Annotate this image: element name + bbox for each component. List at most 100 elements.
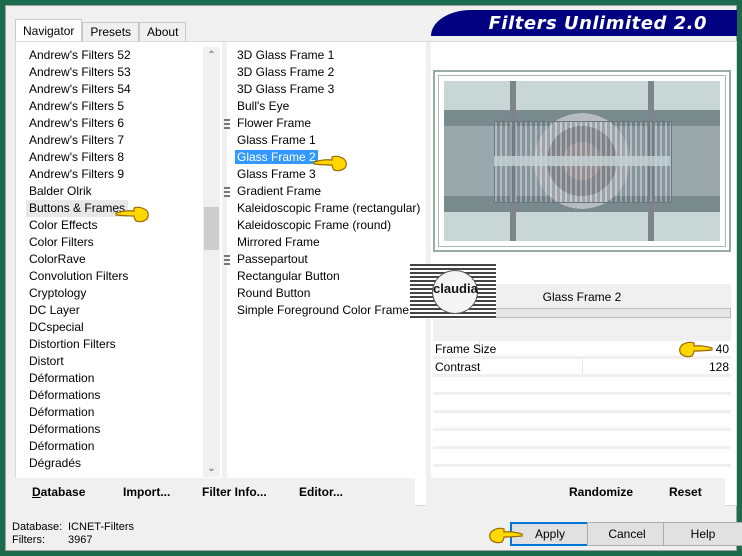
filter-item-label: Round Button xyxy=(237,286,311,300)
database-status-value: ICNET-Filters xyxy=(68,521,134,533)
filter-item[interactable]: Glass Frame 1 xyxy=(234,132,424,149)
scroll-down-icon[interactable]: ⌄ xyxy=(203,460,220,477)
filter-item[interactable]: Round Button xyxy=(234,285,424,302)
tab-navigator[interactable]: Navigator xyxy=(15,19,83,41)
filter-item[interactable]: Rectangular Button xyxy=(234,268,424,285)
watermark-text: claudia xyxy=(432,270,478,314)
filter-item-label: Glass Frame 3 xyxy=(237,167,316,181)
filter-item[interactable]: Flower Frame xyxy=(224,115,424,132)
empty-param-row xyxy=(433,377,731,395)
filter-item-label: 3D Glass Frame 2 xyxy=(237,65,335,79)
category-item[interactable]: Balder Olrik xyxy=(26,183,204,200)
splitter[interactable] xyxy=(426,42,431,482)
category-item[interactable]: Andrew's Filters 52 xyxy=(26,47,204,64)
tab-presets[interactable]: Presets xyxy=(82,22,140,41)
filter-item-label: Glass Frame 1 xyxy=(237,133,316,147)
filter-item[interactable]: Passepartout xyxy=(224,251,424,268)
filter-item-label: Mirrored Frame xyxy=(237,235,320,249)
category-item[interactable]: Déformation xyxy=(26,404,204,421)
filter-list[interactable]: 3D Glass Frame 1 3D Glass Frame 2 3D Glass… xyxy=(224,47,424,319)
help-button[interactable]: Help xyxy=(663,522,742,546)
app-title: Filters Unlimited 2.0 xyxy=(488,13,707,34)
filter-item[interactable]: Kaleidoscopic Frame (round) xyxy=(234,217,424,234)
parameter-list: Frame Size 40 Contrast 128 xyxy=(433,341,731,467)
category-item[interactable]: Andrew's Filters 9 xyxy=(26,166,204,183)
filter-item-label: Glass Frame 2 xyxy=(235,150,318,164)
tab-about[interactable]: About xyxy=(139,22,187,41)
filter-item[interactable]: Mirrored Frame xyxy=(234,234,424,251)
parameter-toolbar: Randomize Reset xyxy=(426,478,725,506)
param-slider-contrast[interactable]: Contrast 128 xyxy=(433,359,731,377)
category-item[interactable]: Andrew's Filters 6 xyxy=(26,115,204,132)
category-item[interactable]: Color Filters xyxy=(26,234,204,251)
cancel-button[interactable]: Cancel xyxy=(587,522,667,546)
navigator-toolbar: Database Import... Filter Info... Editor… xyxy=(15,478,415,506)
grip-icon xyxy=(224,255,230,265)
category-item[interactable]: DCspecial xyxy=(26,319,204,336)
category-item[interactable]: Dégradés xyxy=(26,455,204,472)
category-item[interactable]: Andrew's Filters 54 xyxy=(26,81,204,98)
category-item[interactable]: Buttons & Frames xyxy=(26,200,129,217)
filter-item[interactable]: Bull's Eye xyxy=(234,98,424,115)
preview-image xyxy=(433,70,731,252)
title-banner: Filters Unlimited 2.0 xyxy=(431,10,737,36)
category-item[interactable]: Déformations xyxy=(26,421,204,438)
database-status-label: Database: xyxy=(12,521,63,533)
filters-count-value: 3967 xyxy=(68,534,93,546)
filter-item-label: Kaleidoscopic Frame (round) xyxy=(237,218,392,232)
filter-item-label: Flower Frame xyxy=(237,116,312,130)
filter-item[interactable]: 3D Glass Frame 1 xyxy=(234,47,424,64)
category-item[interactable]: Déformation xyxy=(26,370,204,387)
status-area: Database: ICNET-Filters Filters: 3967 xyxy=(12,521,134,547)
category-item[interactable]: ColorRave xyxy=(26,251,204,268)
category-list[interactable]: Andrew's Filters 52 Andrew's Filters 53 An… xyxy=(26,47,204,475)
empty-param-row xyxy=(433,413,731,431)
database-label: atabase xyxy=(40,485,86,499)
filter-item-label: Passepartout xyxy=(237,252,308,266)
filter-item[interactable]: 3D Glass Frame 3 xyxy=(234,81,424,98)
filter-item-label: Gradient Frame xyxy=(237,184,322,198)
filters-unlimited-window: Filters Unlimited 2.0 Navigator Presets … xyxy=(5,5,742,551)
filter-item[interactable]: 3D Glass Frame 2 xyxy=(234,64,424,81)
filter-item-label: Rectangular Button xyxy=(237,269,340,283)
scroll-thumb[interactable] xyxy=(204,207,219,250)
empty-param-row xyxy=(433,431,731,449)
import-button[interactable]: Import... xyxy=(123,485,170,499)
pointer-hand-icon xyxy=(313,155,347,172)
filter-item[interactable]: Simple Foreground Color Frame xyxy=(234,302,424,319)
tab-bar: Navigator Presets About xyxy=(15,19,187,41)
param-value: 40 xyxy=(715,342,729,356)
filter-item[interactable]: Kaleidoscopic Frame (rectangular) xyxy=(234,200,424,217)
database-button[interactable]: Database xyxy=(32,485,85,499)
scroll-up-icon[interactable]: ⌃ xyxy=(203,47,220,64)
grip-icon xyxy=(224,187,230,197)
navigator-panel: Andrew's Filters 52 Andrew's Filters 53 An… xyxy=(15,41,737,506)
category-item[interactable]: Convolution Filters xyxy=(26,268,204,285)
reset-button[interactable]: Reset xyxy=(669,485,702,499)
filter-item-label: Bull's Eye xyxy=(237,99,290,113)
category-scrollbar[interactable]: ⌃ ⌄ xyxy=(203,47,220,477)
filter-item[interactable]: Gradient Frame xyxy=(224,183,424,200)
category-item[interactable]: Cryptology xyxy=(26,285,204,302)
category-item[interactable]: DC Layer xyxy=(26,302,204,319)
category-item[interactable]: Déformations xyxy=(26,387,204,404)
param-label: Frame Size xyxy=(435,342,497,356)
category-item[interactable]: Andrew's Filters 7 xyxy=(26,132,204,149)
pointer-hand-icon xyxy=(489,527,523,544)
filters-count-label: Filters: xyxy=(12,534,45,546)
category-item[interactable]: Distort xyxy=(26,353,204,370)
editor-button[interactable]: Editor... xyxy=(299,485,343,499)
category-item[interactable]: Déformation xyxy=(26,438,204,455)
randomize-button[interactable]: Randomize xyxy=(569,485,633,499)
pointer-hand-icon xyxy=(115,206,149,223)
grip-icon xyxy=(224,119,230,129)
category-item[interactable]: Distortion Filters xyxy=(26,336,204,353)
filter-item-label: 3D Glass Frame 1 xyxy=(237,48,335,62)
filter-info-button[interactable]: Filter Info... xyxy=(202,485,267,499)
param-value: 128 xyxy=(708,360,729,374)
category-item[interactable]: Andrew's Filters 53 xyxy=(26,64,204,81)
watermark-logo: claudia xyxy=(410,264,496,319)
category-item[interactable]: Andrew's Filters 8 xyxy=(26,149,204,166)
filter-item-label: Kaleidoscopic Frame (rectangular) xyxy=(237,201,421,215)
category-item[interactable]: Andrew's Filters 5 xyxy=(26,98,204,115)
